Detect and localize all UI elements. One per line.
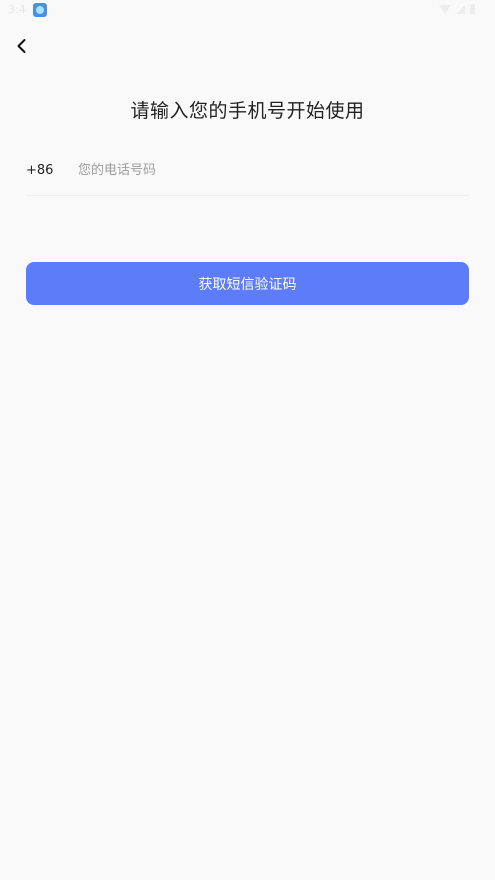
status-bar: 3:4 xyxy=(0,0,495,22)
page-title: 请输入您的手机号开始使用 xyxy=(130,100,365,122)
wifi-icon xyxy=(439,4,451,14)
chevron-left-icon xyxy=(17,39,26,53)
battery-icon xyxy=(470,4,475,14)
status-time: 3:4 xyxy=(8,3,26,16)
signal-icon xyxy=(456,4,465,14)
country-code[interactable]: +86 xyxy=(26,163,53,178)
phone-number-input[interactable] xyxy=(78,156,458,184)
phone-input-row: +86 xyxy=(26,150,469,196)
app-notification-icon xyxy=(33,3,47,17)
get-sms-code-button[interactable]: 获取短信验证码 xyxy=(26,262,469,305)
back-button[interactable] xyxy=(10,34,34,58)
status-icons xyxy=(439,4,475,14)
